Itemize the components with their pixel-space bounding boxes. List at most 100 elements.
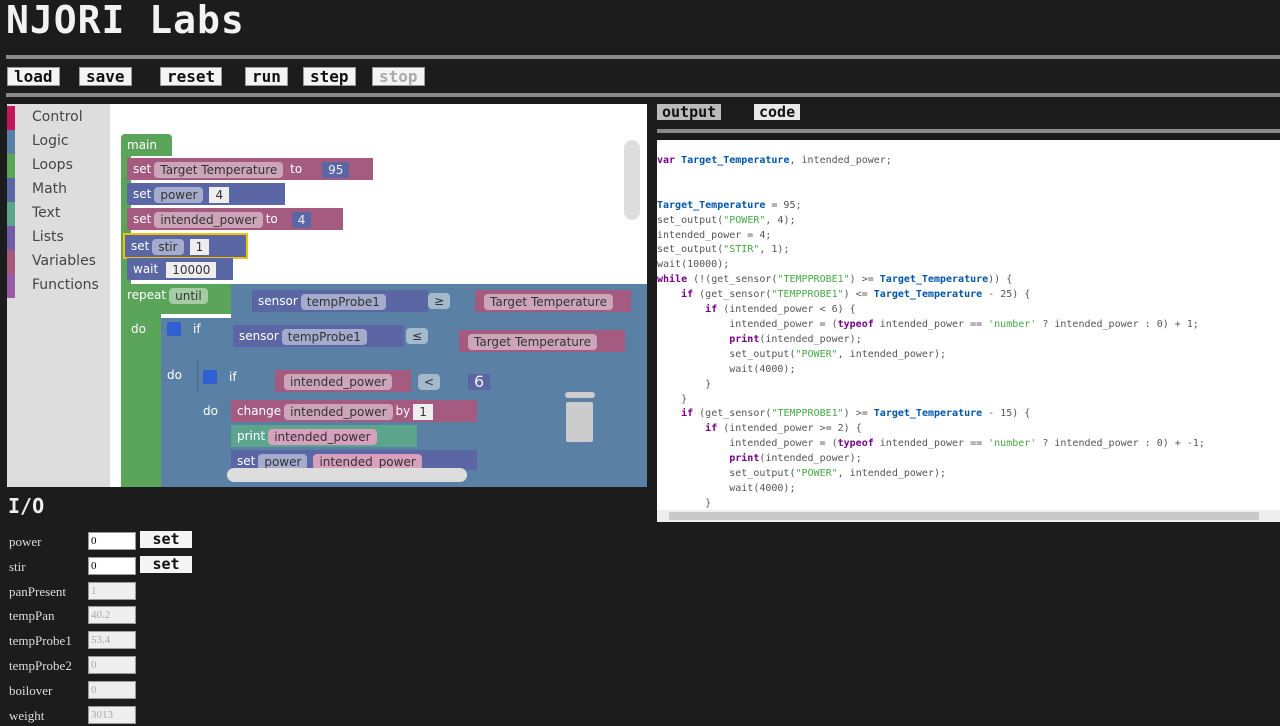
do-label: do — [131, 322, 146, 336]
category-label: Loops — [32, 157, 73, 173]
set-power-block[interactable]: set power intended_power — [231, 450, 477, 470]
category-color — [7, 250, 15, 274]
code-line: while (!(get_sensor("TEMPPROBE1") >= Tar… — [657, 274, 1013, 286]
tab-output[interactable]: output — [657, 104, 722, 120]
code-line: set_output("STIR", 1); — [657, 244, 790, 256]
run-button[interactable]: run — [245, 67, 288, 86]
variable-block[interactable]: intended_power — [275, 370, 411, 392]
if-label: if — [193, 322, 201, 336]
io-label: power — [9, 534, 42, 549]
variable-block[interactable]: Target Temperature — [475, 290, 631, 312]
category-color — [7, 154, 15, 178]
code-line: if (get_sensor("TEMPPROBE1") <= Target_T… — [681, 289, 1031, 301]
category-color — [7, 202, 15, 226]
code-line: wait(4000); — [657, 363, 796, 375]
toolbox-category-functions[interactable]: Functions — [7, 274, 110, 298]
set-stir-block[interactable]: set stir 1 — [123, 233, 248, 259]
toolbox-category-math[interactable]: Math — [7, 178, 110, 202]
divider — [657, 129, 1280, 133]
repeat-until-block[interactable]: repeat until — [121, 284, 237, 314]
code-line: intended_power = 4; — [657, 229, 772, 241]
code-line: } — [657, 393, 688, 405]
block-label: main — [127, 138, 157, 152]
category-label: Control — [32, 109, 83, 125]
stir-input[interactable] — [88, 556, 136, 575]
trash-icon[interactable] — [563, 392, 595, 442]
toolbox-category-logic[interactable]: Logic — [7, 130, 110, 154]
variable-block[interactable]: Target Temperature — [459, 330, 625, 352]
category-color — [7, 274, 15, 298]
code-line: } — [657, 378, 712, 390]
weight-input — [88, 705, 136, 724]
divider — [6, 93, 1280, 97]
category-label: Lists — [32, 229, 64, 245]
io-label: panPresent — [9, 583, 67, 599]
wait-block[interactable]: wait 10000 — [127, 258, 233, 280]
code-line: set_output("POWER", 4); — [657, 214, 796, 226]
code-line: print(intended_power); — [729, 453, 862, 465]
operator-dropdown[interactable]: ≥ — [428, 293, 451, 309]
app-title: NJORI Labs — [6, 0, 245, 42]
save-button[interactable]: save — [79, 67, 132, 86]
change-block[interactable]: change intended_power by 1 — [231, 400, 477, 422]
reset-button[interactable]: reset — [160, 67, 223, 86]
io-label: weight — [9, 707, 45, 723]
set-power-block[interactable]: set power 4 — [127, 183, 285, 205]
category-color — [7, 226, 15, 250]
io-label: stir — [9, 558, 26, 574]
code-line: intended_power = (typeof intended_power … — [657, 318, 1199, 330]
power-input[interactable] — [88, 532, 136, 550]
category-color — [7, 130, 15, 154]
horizontal-scrollbar[interactable] — [657, 510, 1280, 522]
io-label: tempProbe2 — [9, 658, 72, 673]
operator-dropdown[interactable]: < — [418, 374, 441, 390]
io-title: I/O — [8, 494, 45, 518]
toolbox-category-loops[interactable]: Loops — [7, 154, 110, 178]
code-line: wait(10000); — [657, 259, 730, 271]
code-line: var Target_Temperature, intended_power; — [657, 155, 892, 166]
category-label: Math — [32, 181, 68, 197]
code-line: if (get_sensor("TEMPPROBE1") >= Target_T… — [681, 408, 1031, 420]
toolbox-category-text[interactable]: Text — [7, 202, 110, 226]
code-line: set_output("POWER", intended_power); — [657, 348, 947, 360]
panPresent-input — [88, 581, 136, 600]
toolbox-category-lists[interactable]: Lists — [7, 226, 110, 250]
gear-icon[interactable] — [203, 370, 217, 384]
code-line: set_output("POWER", intended_power); — [657, 468, 947, 480]
code-output-panel[interactable]: var Target_Temperature, intended_power; … — [657, 140, 1280, 522]
boilover-input — [88, 680, 136, 699]
sensor-block[interactable]: sensor tempProbe1 — [233, 325, 404, 347]
divider — [6, 55, 1280, 59]
gear-icon[interactable] — [167, 322, 181, 336]
horizontal-scrollbar[interactable] — [227, 468, 467, 482]
tempProbe2-input — [88, 656, 136, 674]
do-label: do — [203, 404, 218, 418]
set-target-block[interactable]: set Target Temperature to 95 — [127, 158, 373, 180]
stop-button[interactable]: stop — [372, 67, 425, 86]
io-label: boilover — [9, 682, 53, 698]
operator-dropdown[interactable]: ≤ — [406, 328, 429, 344]
if-label: if — [229, 370, 237, 384]
set-power-button[interactable]: set — [140, 531, 192, 548]
code-line: } — [657, 497, 712, 509]
sensor-block[interactable]: sensor tempProbe1 — [252, 290, 428, 312]
set-intended-power-block[interactable]: set intended_power to 4 — [127, 208, 343, 230]
repeat-body — [121, 314, 161, 487]
tempProbe1-input — [88, 631, 136, 650]
main-block[interactable]: main — [121, 134, 172, 156]
print-block[interactable]: print intended_power — [231, 425, 417, 447]
category-label: Text — [32, 205, 61, 221]
set-stir-button[interactable]: set — [140, 555, 192, 573]
code-text: var Target_Temperature, intended_power; … — [657, 154, 1205, 512]
load-button[interactable]: load — [7, 67, 60, 86]
category-color — [7, 106, 15, 130]
vertical-scrollbar[interactable] — [624, 140, 640, 220]
code-line: intended_power = (typeof intended_power … — [657, 438, 1205, 450]
step-button[interactable]: step — [303, 67, 356, 86]
category-color — [7, 178, 15, 202]
category-label: Functions — [32, 277, 99, 293]
toolbox-category-variables[interactable]: Variables — [7, 250, 110, 274]
toolbox-category-control[interactable]: Control — [7, 106, 110, 130]
number-field[interactable]: 6 — [468, 374, 491, 390]
tab-code[interactable]: code — [754, 104, 801, 120]
